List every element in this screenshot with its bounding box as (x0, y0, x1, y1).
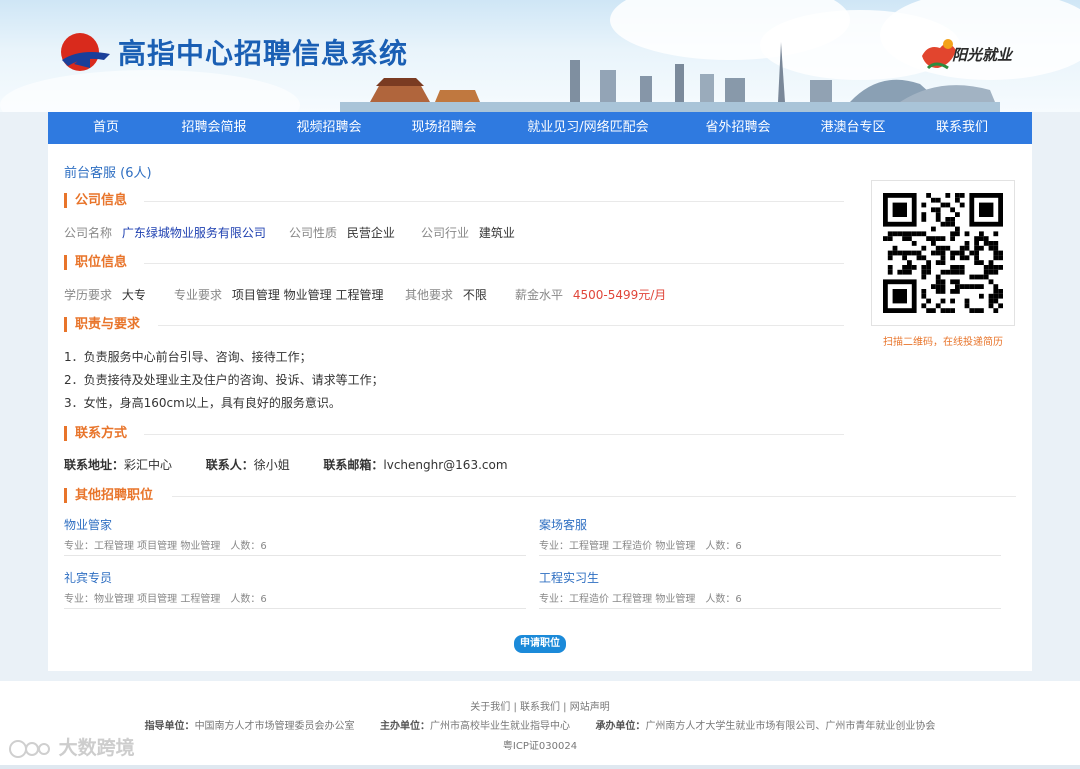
section-position-info: 职位信息 (64, 255, 127, 270)
section-company-info: 公司信息 (64, 193, 127, 208)
section-contact: 联系方式 (64, 426, 127, 441)
organizer-label: 承办单位： (595, 721, 646, 732)
contact-row: 联系地址：彩汇中心 联系人：徐小姐 联系邮箱：lvchenghr@163.com (64, 456, 508, 473)
company-industry-value: 建筑业 (478, 226, 515, 240)
other-job-link[interactable]: 工程实习生 (539, 569, 1001, 586)
qr-caption: 扫描二维码，在线投递简历 (883, 337, 1003, 348)
host-label: 主办单位： (380, 721, 430, 732)
site-footer: 关于我们 | 联系我们 | 网站声明 指导单位：中国南方人才市场管理委员会办公室… (0, 681, 1080, 769)
salary-row: 薪金水平 4500-5499元/月 (515, 286, 666, 303)
divider (144, 263, 844, 264)
list-item[interactable]: 礼宾专员 专业：物业管理 项目管理 工程管理 人数：6 (64, 569, 526, 609)
nav-item-onsite-fair[interactable]: 现场招聘会 (394, 112, 494, 144)
nav-item-hmt-zone[interactable]: 港澳台专区 (794, 112, 912, 144)
contact-person-value: 徐小姐 (253, 458, 290, 472)
city-skyline-image (340, 42, 1000, 112)
education-value: 大专 (121, 288, 146, 302)
section-other-jobs: 其他招聘职位 (64, 488, 153, 503)
host-value: 广州市高校毕业生就业指导中心 (430, 721, 570, 732)
guide-label: 指导单位： (144, 721, 195, 732)
nav-item-video-fair[interactable]: 视频招聘会 (264, 112, 394, 144)
brand-text: 阳光就业 (952, 46, 1013, 64)
company-type-value: 民营企业 (346, 226, 395, 240)
salary-value: 4500-5499元/月 (572, 288, 667, 302)
company-name-row: 公司名称 广东绿城物业服务有限公司 (64, 224, 266, 241)
list-item[interactable]: 案场客服 专业：工程管理 工程造价 物业管理 人数：6 (539, 516, 1001, 556)
other-requirement-label: 其他要求 (405, 288, 454, 302)
nav-item-home[interactable]: 首页 (48, 112, 164, 144)
other-job-link[interactable]: 物业管家 (64, 516, 526, 533)
other-job-meta: 专业：工程造价 工程管理 物业管理 人数：6 (539, 594, 742, 605)
footer-link-contact[interactable]: 联系我们 (520, 702, 560, 713)
company-type-label: 公司性质 (289, 226, 338, 240)
nav-item-outside-fair[interactable]: 省外招聘会 (682, 112, 794, 144)
nav-item-internship[interactable]: 就业见习/网络匹配会 (494, 112, 682, 144)
major-row: 专业要求 项目管理 物业管理 工程管理 (174, 286, 383, 303)
qr-code-icon (883, 193, 1003, 313)
company-name-link[interactable]: 广东绿城物业服务有限公司 (122, 226, 266, 240)
address-label: 联系地址： (64, 458, 125, 472)
email-label: 联系邮箱： (323, 458, 384, 472)
main-nav: 首页 招聘会简报 视频招聘会 现场招聘会 就业见习/网络匹配会 省外招聘会 港澳… (48, 112, 1032, 144)
guide-value: 中国南方人才市场管理委员会办公室 (194, 721, 355, 732)
apply-job-button[interactable]: 申请职位 (514, 635, 566, 653)
other-requirement-row: 其他要求 不限 (405, 286, 487, 303)
logo-icon[interactable] (60, 30, 112, 74)
list-item[interactable]: 物业管家 专业：工程管理 项目管理 物业管理 人数：6 (64, 516, 526, 556)
watermark: 大数跨境 (8, 733, 135, 760)
bottom-strip (0, 765, 1080, 769)
address-value: 彩汇中心 (124, 458, 173, 472)
salary-label: 薪金水平 (515, 288, 564, 302)
company-name-label: 公司名称 (64, 226, 113, 240)
section-duties: 职责与要求 (64, 317, 140, 332)
footer-links: 关于我们 | 联系我们 | 网站声明 (470, 702, 610, 713)
divider (144, 201, 844, 202)
education-label: 学历要求 (64, 288, 113, 302)
other-requirement-value: 不限 (462, 288, 487, 302)
education-row: 学历要求 大专 (64, 286, 146, 303)
footer-organizations: 指导单位：中国南方人才市场管理委员会办公室 主办单位：广州市高校毕业生就业指导中… (0, 717, 1080, 732)
duty-line: 3．女性，身高160cm以上，具有良好的服务意识。 (64, 396, 341, 410)
company-type-row: 公司性质 民营企业 (289, 224, 395, 241)
icp-license[interactable]: 粤ICP证030024 (0, 737, 1080, 752)
divider (144, 434, 844, 435)
duty-line: 2．负责接待及处理业主及住户的咨询、投诉、请求等工作； (64, 373, 384, 387)
list-item[interactable]: 工程实习生 专业：工程造价 工程管理 物业管理 人数：6 (539, 569, 1001, 609)
nav-item-briefing[interactable]: 招聘会简报 (164, 112, 264, 144)
other-job-meta: 专业：工程管理 项目管理 物业管理 人数：6 (64, 541, 267, 552)
footer-link-about[interactable]: 关于我们 (470, 702, 510, 713)
organizer-value: 广州南方人才大学生就业市场有限公司、广州市青年就业创业协会 (645, 721, 936, 732)
email-value[interactable]: lvchenghr@163.com (383, 458, 507, 472)
company-industry-row: 公司行业 建筑业 (421, 224, 515, 241)
other-job-meta: 专业：工程管理 工程造价 物业管理 人数：6 (539, 541, 742, 552)
other-job-link[interactable]: 礼宾专员 (64, 569, 526, 586)
watermark-text: 大数跨境 (58, 737, 135, 759)
other-job-meta: 专业：物业管理 项目管理 工程管理 人数：6 (64, 594, 267, 605)
nav-item-contact[interactable]: 联系我们 (912, 112, 1012, 144)
divider (158, 325, 844, 326)
major-label: 专业要求 (174, 288, 223, 302)
site-header: 高指中心招聘信息系统 阳光就业 (0, 0, 1080, 112)
job-title: 前台客服 (6人) (64, 166, 152, 181)
major-value: 项目管理 物业管理 工程管理 (231, 288, 384, 302)
other-job-link[interactable]: 案场客服 (539, 516, 1001, 533)
qr-code (871, 180, 1015, 326)
job-detail-panel: 前台客服 (6人) 公司信息 公司名称 广东绿城物业服务有限公司 公司性质 民营… (48, 144, 1032, 671)
duty-line: 1．负责服务中心前台引导、咨询、接待工作； (64, 350, 312, 364)
watermark-logo-icon (9, 739, 50, 758)
contact-person-label: 联系人： (205, 458, 254, 472)
divider (172, 496, 1016, 497)
company-industry-label: 公司行业 (421, 226, 470, 240)
footer-link-statement[interactable]: 网站声明 (570, 702, 610, 713)
